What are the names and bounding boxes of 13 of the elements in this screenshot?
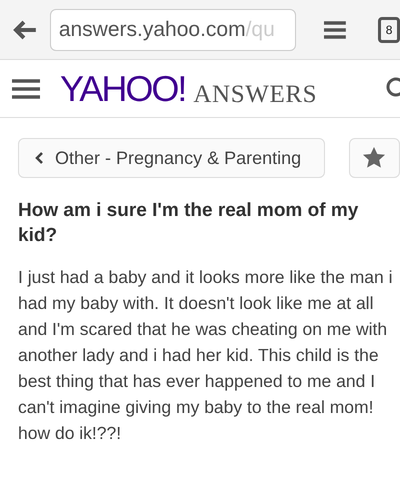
menu-icon[interactable] [12, 78, 40, 98]
star-icon [362, 146, 386, 170]
url-host: answers.yahoo.com [58, 16, 246, 43]
question-title: How am i sure I'm the real mom of my kid? [17, 199, 360, 248]
back-arrow-icon[interactable] [12, 18, 38, 40]
star-button[interactable] [348, 138, 400, 178]
section-title: ANSWERS [193, 82, 318, 106]
question-body: I just had a baby and it looks more like the man i had my baby with. It doesn't look like me at all and I'm scared that he was cheating on me with another lady and i had her kid. This child is the best thing that has ever happened to me and I can't imagine giving my baby to the real mom! how do ik!??! [17, 266, 394, 445]
logo[interactable]: YAHOO! [60, 70, 186, 106]
menu-icon[interactable] [324, 20, 346, 38]
chevron-left-icon [35, 152, 43, 164]
category-button[interactable]: Other - Pregnancy & Parenting [18, 138, 325, 178]
tabs-button[interactable]: 8 [378, 16, 400, 42]
